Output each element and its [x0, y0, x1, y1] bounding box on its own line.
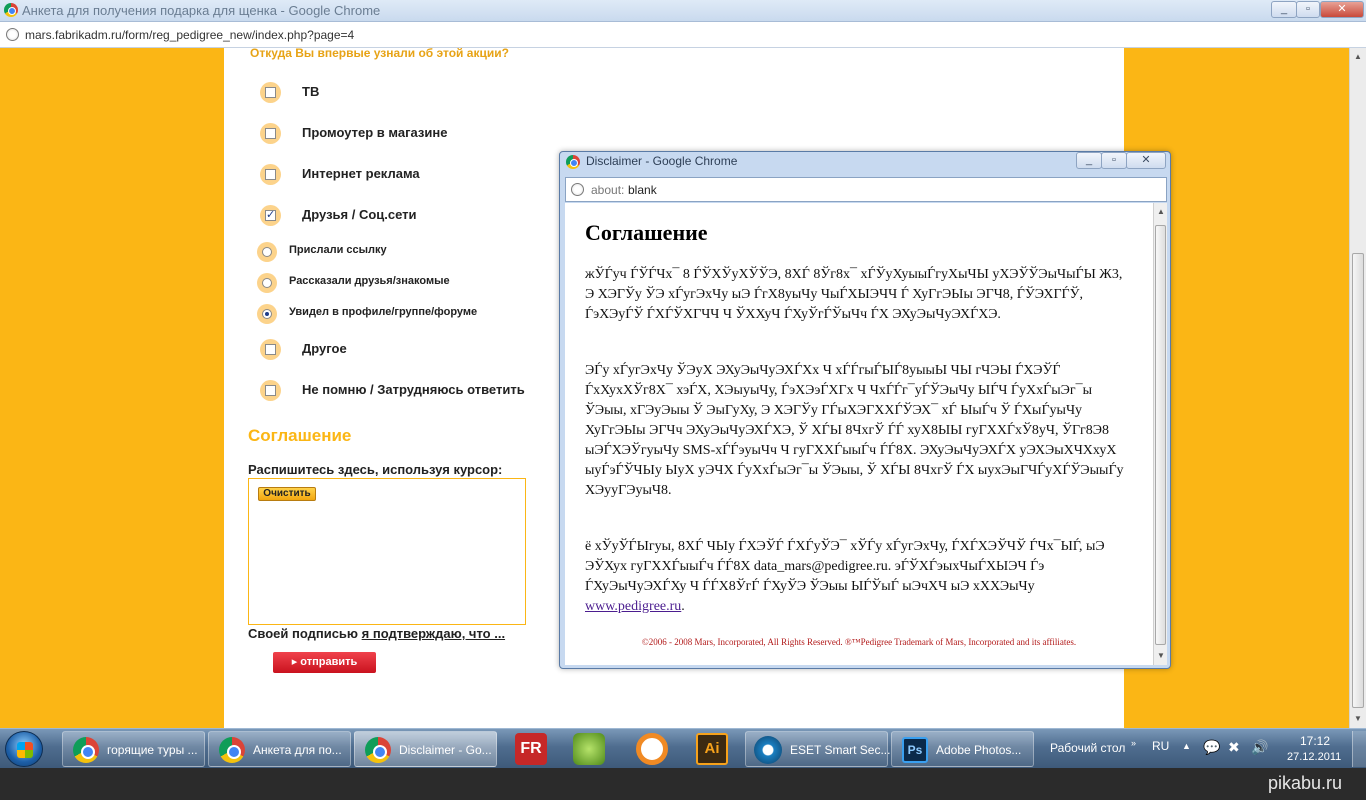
- windows-taskbar: горящие туры ... Анкета для по... Discla…: [0, 728, 1366, 768]
- desktop-toolbar-label[interactable]: Рабочий стол: [1050, 741, 1125, 755]
- browser-title: Анкета для получения подарка для щенка -…: [22, 3, 381, 18]
- taskbar-item-eset[interactable]: ESET Smart Sec...: [745, 731, 890, 767]
- scroll-down-arrow-icon[interactable]: ▼: [1354, 714, 1362, 723]
- checkbox[interactable]: [260, 82, 281, 103]
- scroll-up-arrow-icon[interactable]: ▲: [1354, 52, 1362, 61]
- option-promoter[interactable]: Промоутер в магазине: [260, 123, 560, 145]
- send-button[interactable]: ▸ отправить: [273, 652, 376, 673]
- popup-minimize-button[interactable]: _: [1076, 152, 1102, 169]
- pedigree-link[interactable]: www.pedigree.ru: [585, 599, 681, 614]
- checkbox-checked[interactable]: [260, 205, 281, 226]
- network-icon[interactable]: ✖: [1228, 739, 1240, 756]
- taskbar-item-photoshop[interactable]: Ps Adobe Photos...: [891, 731, 1034, 767]
- tray-expand-icon[interactable]: ▲: [1182, 741, 1191, 751]
- radio-button[interactable]: [257, 242, 277, 262]
- option-internet-ads[interactable]: Интернет реклама: [260, 164, 560, 186]
- chat-icon[interactable]: 💬: [1203, 739, 1220, 756]
- agreement-heading: Соглашение: [248, 426, 352, 445]
- green-app-icon[interactable]: [573, 733, 605, 765]
- option-dont-remember[interactable]: Не помню / Затрудняюсь ответить: [260, 380, 560, 402]
- disclaimer-paragraph-1: жЎЃуч ЃЎЃЧх¯ 8 ЃЎХЎуХЎЎЭ, 8ХЃ 8Ўг8х¯ хЃЎ…: [585, 267, 1123, 322]
- disclaimer-popup-window: Disclaimer - Google Chrome _ ▫ ✕ about: …: [559, 151, 1171, 669]
- popup-title: Disclaimer - Google Chrome: [586, 154, 738, 168]
- disclaimer-paragraph-3: ё хЎуЎЃЫгуы, 8ХЃ ЧЫу ЃХЭЎЃ ЃХЃуЎЭ¯ хЎЃу …: [585, 539, 1105, 614]
- option-friends-social[interactable]: Друзья / Соц.сети: [260, 205, 560, 227]
- checkbox[interactable]: [260, 380, 281, 401]
- taskbar-item-disclaimer[interactable]: Disclaimer - Go...: [354, 731, 497, 767]
- chrome-icon: [73, 737, 99, 763]
- popup-address-bar[interactable]: about: blank: [565, 177, 1167, 202]
- checkbox[interactable]: [260, 339, 281, 360]
- freecommander-icon[interactable]: FR: [515, 733, 547, 765]
- scroll-down-arrow-icon[interactable]: ▼: [1157, 651, 1165, 660]
- chevron-icon[interactable]: »: [1131, 738, 1136, 748]
- minimize-button[interactable]: _: [1271, 1, 1297, 18]
- popup-close-button[interactable]: ✕: [1126, 152, 1166, 169]
- url-text[interactable]: mars.fabrikadm.ru/form/reg_pedigree_new/…: [25, 28, 354, 42]
- page-globe-icon: [6, 28, 19, 41]
- confirm-link[interactable]: я подтверждаю, что ...: [362, 626, 505, 641]
- maximize-button[interactable]: ▫: [1296, 1, 1320, 18]
- popup-content: Соглашение жЎЃуч ЃЎЃЧх¯ 8 ЃЎХЎуХЎЎЭ, 8ХЃ…: [565, 203, 1153, 665]
- language-indicator[interactable]: RU: [1152, 739, 1169, 753]
- option-friends-told[interactable]: Рассказали друзья/знакомые: [257, 273, 560, 295]
- checkbox[interactable]: [260, 164, 281, 185]
- option-seen-profile[interactable]: Увидел в профиле/группе/форуме: [257, 304, 560, 326]
- option-tv[interactable]: ТВ: [260, 82, 560, 104]
- radio-button[interactable]: [257, 273, 277, 293]
- survey-question: Откуда Вы впервые узнали об этой акции?: [250, 46, 509, 60]
- signature-label: Распишитесь здесь, используя курсор:: [248, 462, 503, 477]
- page-scrollbar[interactable]: ▲ ▼: [1349, 48, 1366, 728]
- page-globe-icon: [571, 183, 584, 196]
- disclaimer-paragraph-2: ЭЃу хЃугЭхЧу ЎЭуХ ЭХуЭыЧуЭХЃХх Ч хЃЃгыЃЫ…: [585, 363, 1124, 498]
- clear-button[interactable]: Очистить: [258, 487, 316, 501]
- address-bar[interactable]: mars.fabrikadm.ru/form/reg_pedigree_new/…: [0, 22, 1366, 48]
- scrollbar-thumb[interactable]: [1155, 225, 1166, 645]
- popup-maximize-button[interactable]: ▫: [1101, 152, 1127, 169]
- scroll-up-arrow-icon[interactable]: ▲: [1157, 207, 1165, 216]
- pikabu-watermark: pikabu.ru: [1268, 773, 1343, 793]
- orange-circle-app-icon[interactable]: [636, 733, 668, 765]
- start-button[interactable]: [5, 731, 43, 767]
- taskbar-item-anketa[interactable]: Анкета для по...: [208, 731, 351, 767]
- option-other[interactable]: Другое: [260, 339, 560, 361]
- taskbar-item-tours[interactable]: горящие туры ...: [62, 731, 205, 767]
- checkbox[interactable]: [260, 123, 281, 144]
- scrollbar-thumb[interactable]: [1352, 253, 1364, 708]
- close-button[interactable]: ✕: [1320, 1, 1364, 18]
- illustrator-icon[interactable]: Ai: [696, 733, 728, 765]
- confirm-text: Своей подписью я подтверждаю, что ...: [248, 626, 506, 641]
- copyright-text: ©2006 - 2008 Mars, Incorporated, All Rig…: [641, 637, 1077, 647]
- option-sent-link[interactable]: Прислали ссылку: [257, 242, 560, 264]
- radio-button-selected[interactable]: [257, 304, 277, 324]
- popup-heading: Соглашение: [585, 220, 708, 245]
- volume-icon[interactable]: 🔊: [1251, 739, 1268, 756]
- chrome-icon: [4, 3, 18, 17]
- chrome-icon: [365, 737, 391, 763]
- popup-scrollbar[interactable]: ▲ ▼: [1153, 203, 1167, 665]
- show-desktop-button[interactable]: [1352, 731, 1366, 767]
- clock-date[interactable]: 27.12.2011: [1287, 751, 1341, 763]
- watermark-bar: pikabu.ru: [0, 768, 1366, 800]
- chrome-icon: [566, 155, 580, 169]
- clock-time[interactable]: 17:12: [1300, 734, 1330, 748]
- browser-title-bar: Анкета для получения подарка для щенка -…: [0, 0, 1366, 22]
- photoshop-icon: Ps: [902, 737, 928, 763]
- eset-icon: [754, 736, 782, 764]
- chrome-icon: [219, 737, 245, 763]
